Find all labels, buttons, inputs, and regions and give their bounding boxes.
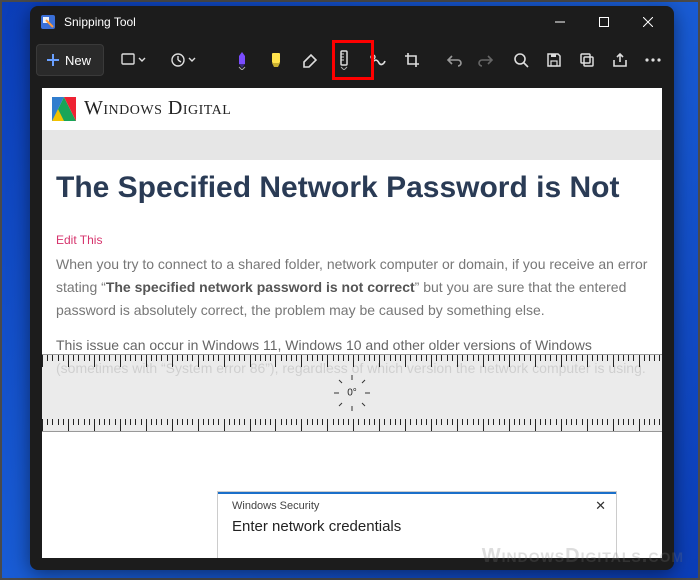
new-snip-button[interactable]: New [36,44,104,76]
ruler-compass: 0° [332,373,372,413]
app-icon [40,14,56,30]
pen-tool-button[interactable] [225,43,259,77]
ruler-ticks-top [42,355,662,367]
new-label: New [65,53,91,68]
copy-button[interactable] [571,43,602,77]
article-heading: The Specified Network Password is Not [56,168,648,207]
brand-logo-icon [52,97,76,121]
titlebar: Snipping Tool [30,6,674,38]
eraser-tool-button[interactable] [293,43,327,77]
toolbar: New [30,38,674,82]
highlighter-tool-button[interactable] [259,43,293,77]
share-button[interactable] [604,43,635,77]
security-dialog-title: Windows Security [232,500,319,512]
crop-button[interactable] [395,43,429,77]
save-button[interactable] [539,43,570,77]
ruler-ticks-bottom [42,419,662,431]
more-button[interactable] [637,43,668,77]
redo-button[interactable] [471,43,502,77]
site-brand-bar: Windows Digital [42,88,662,130]
security-dialog-body: Enter network credentials [218,514,616,535]
article-paragraph-1: When you try to connect to a shared fold… [56,253,648,322]
canvas[interactable]: Windows Digital The Specified Network Pa… [42,88,662,558]
minimize-button[interactable] [538,7,582,37]
touch-writing-button[interactable] [361,43,395,77]
delay-button[interactable] [163,43,203,77]
ruler-tool-button[interactable] [327,43,361,77]
security-dialog-close-icon[interactable]: ✕ [595,498,606,514]
brand-name: Windows Digital [84,97,231,120]
edit-link[interactable]: Edit This [56,233,648,247]
undo-button[interactable] [438,43,469,77]
ruler-overlay[interactable]: 0° [42,354,662,432]
ruler-angle-label: 0° [347,388,357,399]
snip-mode-button[interactable] [113,43,153,77]
window-title: Snipping Tool [64,15,136,29]
maximize-button[interactable] [582,7,626,37]
snipping-tool-window: Snipping Tool New [30,6,674,570]
zoom-button[interactable] [506,43,537,77]
windows-security-dialog: Windows Security ✕ Enter network credent… [218,492,616,558]
close-button[interactable] [626,7,670,37]
spacer-strip [42,130,662,160]
